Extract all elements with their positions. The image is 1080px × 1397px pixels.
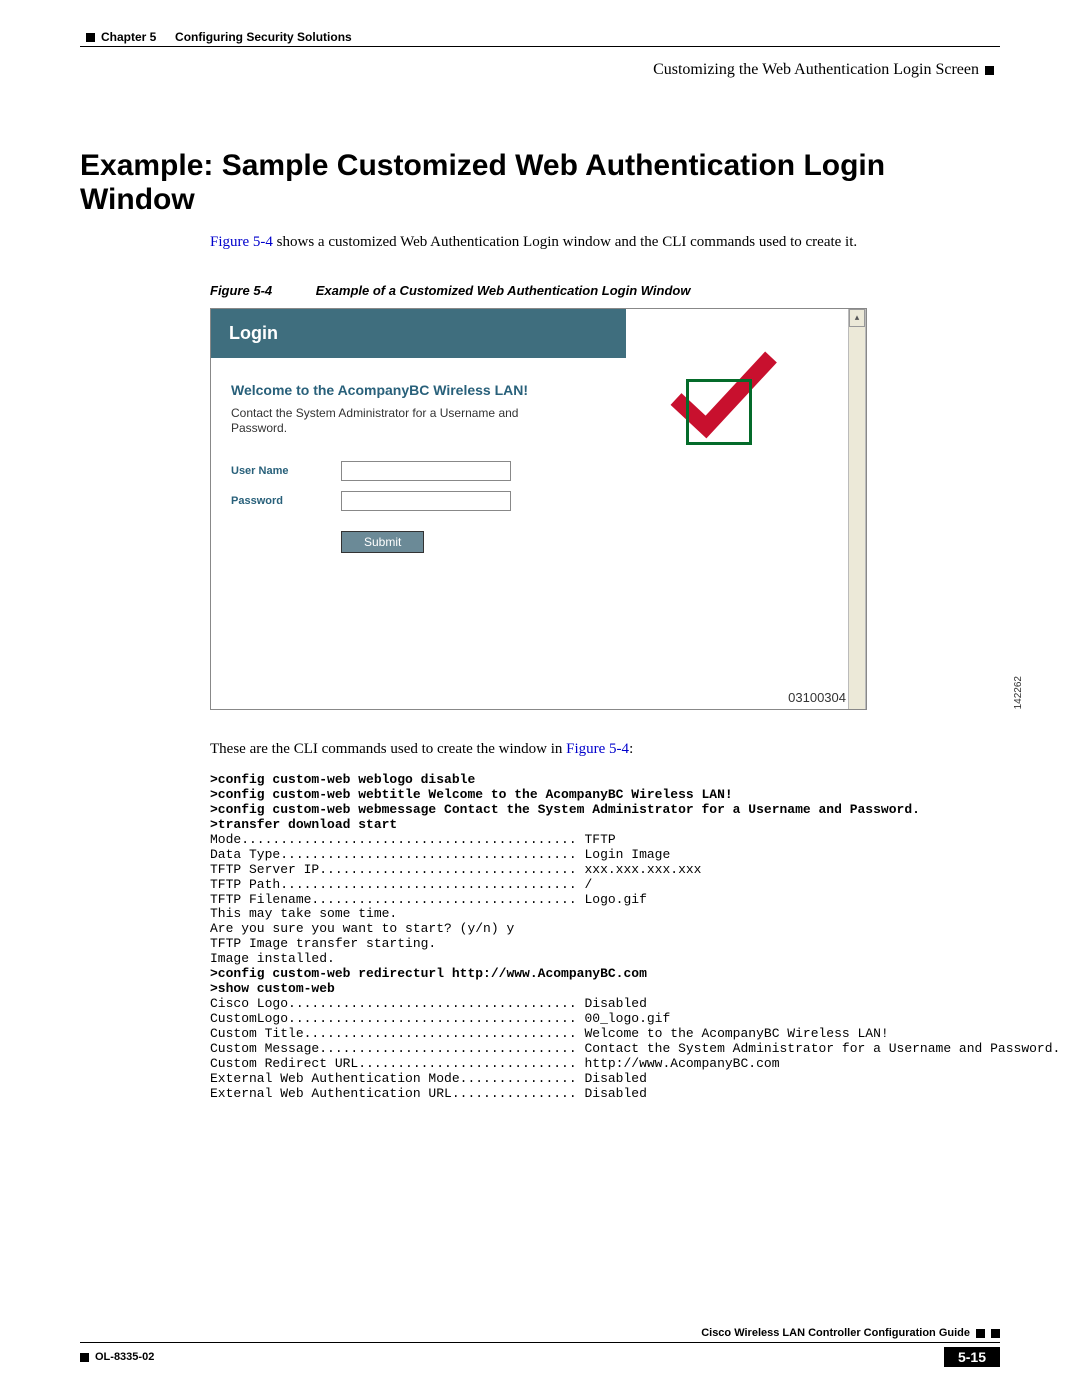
cli-out: Cisco Logo..............................… [210, 996, 647, 1011]
login-body: Welcome to the AcompanyBC Wireless LAN! … [211, 358, 626, 577]
cli-intro-tail: : [629, 741, 633, 757]
guide-title: Cisco Wireless LAN Controller Configurat… [701, 1327, 970, 1339]
scroll-up-icon[interactable]: ▴ [849, 309, 865, 327]
cli-out: TFTP Path...............................… [210, 877, 592, 892]
cli-out: Image installed. [210, 951, 335, 966]
cli-out: Custom Title............................… [210, 1026, 889, 1041]
cli-out: Custom Redirect URL.....................… [210, 1056, 780, 1071]
footer-top: Cisco Wireless LAN Controller Configurat… [80, 1327, 1000, 1343]
cli-output: >config custom-web weblogo disable >conf… [210, 773, 1000, 1102]
password-row: Password [231, 491, 606, 511]
chapter-label: Chapter 5 [101, 30, 156, 44]
intro-rest: shows a customized Web Authentication Lo… [273, 234, 857, 250]
login-right-pane: ▴ 03100304 [626, 309, 866, 709]
password-label: Password [231, 495, 341, 507]
cli-out: Data Type...............................… [210, 847, 670, 862]
cli-intro: These are the CLI commands used to creat… [210, 740, 1000, 760]
login-welcome: Welcome to the AcompanyBC Wireless LAN! [231, 382, 606, 398]
doc-number: OL-8335-02 [95, 1351, 154, 1363]
header-right: Customizing the Web Authentication Login… [80, 61, 994, 79]
cli-out: External Web Authentication Mode........… [210, 1071, 647, 1086]
login-title: Login [211, 309, 626, 358]
figure-xref[interactable]: Figure 5-4 [210, 234, 273, 250]
page-header: Chapter 5 Configuring Security Solutions [80, 30, 1000, 47]
password-input[interactable] [341, 491, 511, 511]
figure-title: Example of a Customized Web Authenticati… [316, 283, 691, 298]
username-row: User Name [231, 461, 606, 481]
bullet-icon [86, 33, 95, 42]
chapter-title: Configuring Security Solutions [175, 30, 352, 44]
header-left: Chapter 5 Configuring Security Solutions [86, 30, 352, 44]
cli-out: This may take some time. [210, 906, 397, 921]
cli-out: Mode....................................… [210, 832, 616, 847]
figure: Login Welcome to the AcompanyBC Wireless… [210, 308, 1000, 710]
cli-out: TFTP Server IP..........................… [210, 862, 701, 877]
cli-cmd: >config custom-web webmessage Contact th… [210, 802, 920, 817]
cli-out: Are you sure you want to start? (y/n) y [210, 921, 514, 936]
figure-caption: Figure 5-4 Example of a Customized Web A… [210, 283, 1000, 298]
cli-out: External Web Authentication URL.........… [210, 1086, 647, 1101]
figure-timestamp: 03100304 [788, 690, 846, 705]
page-footer: Cisco Wireless LAN Controller Configurat… [80, 1327, 1000, 1367]
figure-refnum: 142262 [1013, 676, 1024, 709]
username-input[interactable] [341, 461, 511, 481]
bullet-icon [80, 1353, 89, 1362]
cli-cmd: >config custom-web redirecturl http://ww… [210, 966, 647, 981]
section-title: Customizing the Web Authentication Login… [653, 61, 979, 79]
cli-cmd: >config custom-web webtitle Welcome to t… [210, 787, 733, 802]
submit-button[interactable]: Submit [341, 531, 424, 553]
footer-bottom: OL-8335-02 5-15 [80, 1347, 1000, 1367]
login-window: Login Welcome to the AcompanyBC Wireless… [210, 308, 867, 710]
cli-cmd: >config custom-web weblogo disable [210, 772, 475, 787]
cli-intro-text: These are the CLI commands used to creat… [210, 741, 566, 757]
doc-number-wrap: OL-8335-02 [80, 1351, 154, 1363]
section-heading: Example: Sample Customized Web Authentic… [80, 149, 1000, 217]
cli-cmd: >transfer download start [210, 817, 397, 832]
bullet-icon [985, 66, 994, 75]
bullet-icon [976, 1329, 985, 1338]
cli-out: CustomLogo..............................… [210, 1011, 670, 1026]
bullet-icon [991, 1329, 1000, 1338]
cli-out: TFTP Image transfer starting. [210, 936, 436, 951]
logo-box-icon [686, 379, 752, 445]
figure-xref-2[interactable]: Figure 5-4 [566, 741, 629, 757]
intro-paragraph: Figure 5-4 shows a customized Web Authen… [210, 233, 1000, 253]
cli-cmd: >show custom-web [210, 981, 335, 996]
cli-out: TFTP Filename...........................… [210, 892, 647, 907]
cli-out: Custom Message..........................… [210, 1041, 1060, 1056]
figure-number: Figure 5-4 [210, 283, 272, 298]
submit-row: Submit [341, 531, 606, 553]
scrollbar[interactable]: ▴ [848, 309, 866, 709]
page: Chapter 5 Configuring Security Solutions… [0, 0, 1080, 1397]
login-left-pane: Login Welcome to the AcompanyBC Wireless… [211, 309, 626, 709]
username-label: User Name [231, 465, 341, 477]
page-number: 5-15 [944, 1347, 1000, 1367]
login-message: Contact the System Administrator for a U… [231, 406, 531, 437]
